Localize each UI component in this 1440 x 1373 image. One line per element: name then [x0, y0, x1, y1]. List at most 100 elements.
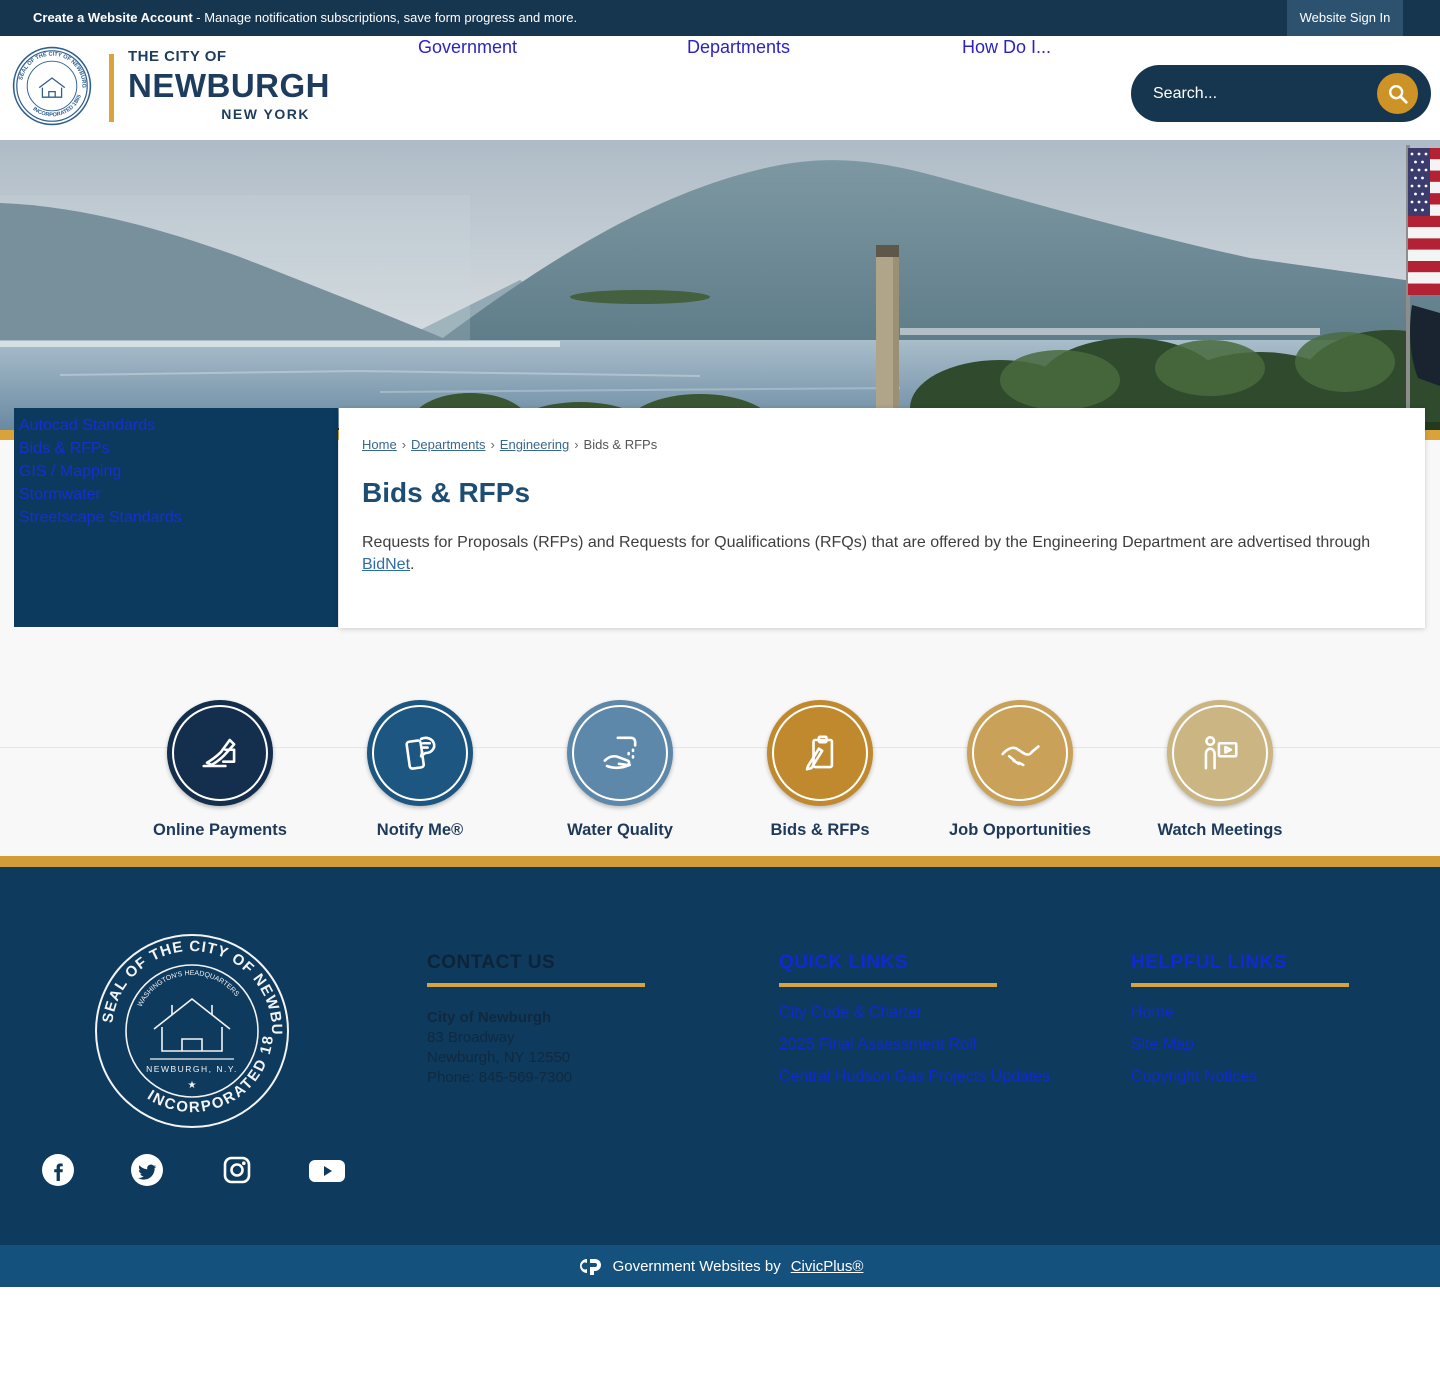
sidebar-item-gis-mapping[interactable]: GIS / Mapping	[19, 460, 338, 483]
hero-photo-hudson-river	[0, 140, 1440, 440]
svg-text:★: ★	[188, 1080, 197, 1091]
quick-links-heading: QUICK LINKS	[779, 952, 1109, 974]
hero-american-flag	[1408, 148, 1440, 386]
breadcrumb-separator: ›	[574, 437, 578, 452]
quicklink-job-opportunities[interactable]: Job Opportunities	[920, 700, 1120, 840]
quick-link-central-hudson[interactable]: Central Hudson Gas Projects Updates	[779, 1068, 1109, 1086]
search-input[interactable]	[1153, 65, 1383, 122]
circle-label: Notify Me®	[320, 820, 520, 840]
quicklink-online-payments[interactable]: Online Payments	[120, 700, 320, 840]
quicklink-watch-meetings[interactable]: Watch Meetings	[1120, 700, 1320, 840]
hand-washing-icon	[594, 727, 646, 779]
heading-gold-underline	[427, 983, 645, 987]
quick-link-assessment-roll[interactable]: 2025 Final Assessment Roll	[779, 1036, 1109, 1054]
heading-gold-underline	[779, 983, 997, 987]
logo-newburgh: NEWBURGH	[128, 67, 310, 105]
facebook-icon	[41, 1153, 75, 1187]
main-content-zone: Autocad Standards Bids & RFPs GIS / Mapp…	[0, 408, 1440, 856]
circle-label: Online Payments	[120, 820, 320, 840]
bidnet-link[interactable]: BidNet	[362, 556, 410, 573]
nav-how-do-i[interactable]: How Do I...	[962, 37, 1051, 58]
pen-payment-icon	[194, 727, 246, 779]
presentation-icon	[1194, 727, 1246, 779]
intro-text-end: .	[410, 556, 414, 573]
footer-seal-bottom-text: INCORPORATED 1865	[92, 931, 277, 1116]
sidebar-item-bids-rfps[interactable]: Bids & RFPs	[19, 437, 338, 460]
sidebar-item-stormwater[interactable]: Stormwater	[19, 483, 338, 506]
site-footer: SEAL OF THE CITY OF NEWBURGH, N.Y. INCOR…	[0, 867, 1440, 1245]
civicplus-text: Government Websites by	[613, 1258, 781, 1275]
footer-seal-banner-text: NEWBURGH, N.Y.	[146, 1064, 238, 1074]
civicplus-bar: Government Websites by CivicPlus®	[0, 1245, 1440, 1287]
footer-contact-column: CONTACT US City of Newburgh 83 Broadway …	[427, 952, 757, 1088]
nav-government[interactable]: Government	[418, 37, 517, 58]
civicplus-logo-icon	[577, 1257, 603, 1275]
facebook-button[interactable]	[41, 1153, 75, 1187]
intro-text: Requests for Proposals (RFPs) and Reques…	[362, 534, 1370, 551]
instagram-icon	[220, 1153, 254, 1187]
helpful-link-site-map[interactable]: Site Map	[1131, 1036, 1440, 1054]
breadcrumb-departments[interactable]: Departments	[411, 437, 485, 452]
youtube-icon	[307, 1153, 347, 1187]
website-sign-in-button[interactable]: Website Sign In	[1287, 0, 1403, 36]
logo-the-city-of: THE CITY OF	[128, 48, 310, 65]
breadcrumb-home[interactable]: Home	[362, 437, 397, 452]
page-intro-paragraph: Requests for Proposals (RFPs) and Reques…	[362, 532, 1395, 576]
footer-seal-house	[150, 999, 234, 1059]
city-seal-logo[interactable]: SEAL OF THE CITY OF NEWBURGH, N.Y. INCOR…	[12, 46, 92, 126]
site-logo-text[interactable]: THE CITY OF NEWBURGH NEW YORK	[128, 48, 310, 122]
handshake-icon	[994, 727, 1046, 779]
footer-helpful-links-column: HELPFUL LINKS Home Site Map Copyright No…	[1131, 952, 1440, 1100]
civicplus-link[interactable]: CivicPlus®	[791, 1258, 864, 1275]
footer-seal-top-text: SEAL OF THE CITY OF NEWBURGH, N.Y.	[92, 931, 285, 1036]
quicklink-notify-me[interactable]: Notify Me®	[320, 700, 520, 840]
footer-city-seal: SEAL OF THE CITY OF NEWBURGH, N.Y. INCOR…	[92, 931, 292, 1131]
phone-notification-icon	[394, 727, 446, 779]
site-header: SEAL OF THE CITY OF NEWBURGH, N.Y. INCOR…	[0, 36, 1440, 140]
top-utility-bar: Create a Website Account - Manage notifi…	[0, 0, 1440, 36]
helpful-link-copyright-notices[interactable]: Copyright Notices	[1131, 1068, 1440, 1086]
breadcrumb-separator: ›	[490, 437, 494, 452]
quicklink-water-quality[interactable]: Water Quality	[520, 700, 720, 840]
svg-text:INCORPORATED 1865: INCORPORATED 1865	[92, 931, 277, 1116]
breadcrumb-separator: ›	[402, 437, 406, 452]
contact-phone: Phone: 845-569-7300	[427, 1068, 757, 1088]
quicklink-bids-rfps[interactable]: Bids & RFPs	[720, 700, 920, 840]
search-icon	[1387, 83, 1409, 105]
sidebar-item-streetscape-standards[interactable]: Streetscape Standards	[19, 506, 338, 529]
breadcrumb-current: Bids & RFPs	[584, 437, 658, 452]
breadcrumb-engineering[interactable]: Engineering	[500, 437, 569, 452]
contact-address-line1: 83 Broadway	[427, 1028, 757, 1048]
create-account-promo[interactable]: Create a Website Account - Manage notifi…	[33, 0, 577, 36]
circle-label: Job Opportunities	[920, 820, 1120, 840]
sidebar-item-autocad-standards[interactable]: Autocad Standards	[19, 414, 338, 437]
clipboard-pencil-icon	[794, 727, 846, 779]
footer-gold-stripe	[0, 856, 1440, 867]
social-media-row	[41, 1153, 371, 1187]
page-content-card: Home › Departments › Engineering › Bids & RFPs…	[339, 408, 1425, 628]
contact-org: City of Newburgh	[427, 1008, 757, 1028]
helpful-links-heading: HELPFUL LINKS	[1131, 952, 1440, 974]
logo-gold-divider	[109, 54, 114, 122]
quick-links-circle-section: Online Payments Notify Me®	[0, 628, 1440, 856]
twitter-button[interactable]	[130, 1153, 164, 1187]
circle-label: Bids & RFPs	[720, 820, 920, 840]
logo-new-york: NEW YORK	[128, 106, 310, 122]
instagram-button[interactable]	[220, 1153, 254, 1187]
nav-departments[interactable]: Departments	[687, 37, 790, 58]
search-bar	[1131, 65, 1431, 122]
circle-label: Watch Meetings	[1120, 820, 1320, 840]
breadcrumb: Home › Departments › Engineering › Bids & RFPs	[362, 437, 1395, 452]
contact-address-line2: Newburgh, NY 12550	[427, 1048, 757, 1068]
page-title: Bids & RFPs	[362, 477, 1395, 509]
circle-label: Water Quality	[520, 820, 720, 840]
create-account-link[interactable]: Create a Website Account	[33, 10, 193, 25]
youtube-button[interactable]	[307, 1153, 341, 1187]
bottom-spacer	[0, 1287, 1440, 1363]
helpful-link-home[interactable]: Home	[1131, 1004, 1440, 1022]
footer-quick-links-column: QUICK LINKS City Code & Charter 2025 Fin…	[779, 952, 1109, 1100]
quick-link-city-code[interactable]: City Code & Charter	[779, 1004, 1109, 1022]
contact-us-heading: CONTACT US	[427, 952, 757, 974]
search-button[interactable]	[1377, 73, 1418, 114]
twitter-icon	[130, 1153, 164, 1187]
